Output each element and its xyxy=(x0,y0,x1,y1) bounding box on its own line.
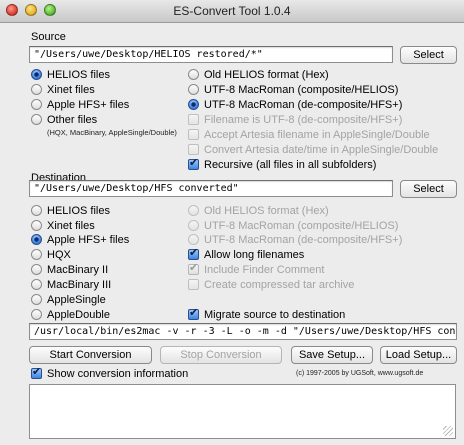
checkbox-icon[interactable] xyxy=(188,279,199,290)
checkbox-checked-icon[interactable] xyxy=(188,307,199,320)
radio-icon[interactable] xyxy=(31,114,42,125)
source-path-field[interactable]: "/Users/uwe/Desktop/HELIOS restored/*" xyxy=(29,46,393,63)
es-convert-window: ES-Convert Tool 1.0.4 Source "/Users/uwe… xyxy=(0,0,464,445)
source-select-button[interactable]: Select xyxy=(400,46,457,64)
radio-icon[interactable] xyxy=(31,264,42,275)
resize-grip-icon[interactable] xyxy=(443,426,453,436)
radio-icon[interactable] xyxy=(31,309,42,320)
other-files-note: (HQX, MacBinary, AppleSingle/Double) xyxy=(47,128,177,137)
checkbox-checked-icon[interactable] xyxy=(31,366,42,379)
window-title: ES-Convert Tool 1.0.4 xyxy=(173,4,291,18)
radio-icon[interactable] xyxy=(188,234,199,245)
source-label: Source xyxy=(31,31,66,43)
radio-icon[interactable] xyxy=(188,205,199,216)
radio-icon[interactable] xyxy=(31,205,42,216)
checkbox-checked-icon[interactable] xyxy=(188,247,199,260)
title-bar: ES-Convert Tool 1.0.4 xyxy=(0,0,464,23)
checkbox-checked-icon[interactable] xyxy=(188,262,199,275)
stop-conversion-button[interactable]: Stop Conversion xyxy=(160,346,282,364)
radio-selected-icon[interactable] xyxy=(188,99,199,110)
radio-icon[interactable] xyxy=(188,84,199,95)
save-setup-button[interactable]: Save Setup... xyxy=(291,346,373,364)
radio-icon[interactable] xyxy=(31,279,42,290)
checkbox-icon[interactable] xyxy=(188,114,199,125)
copyright-text: (c) 1997-2005 by UGSoft, www.ugsoft.de xyxy=(296,370,424,377)
start-conversion-button[interactable]: Start Conversion xyxy=(29,346,152,364)
checkbox-icon[interactable] xyxy=(188,129,199,140)
checkbox-checked-icon[interactable] xyxy=(188,157,199,170)
radio-selected-icon[interactable] xyxy=(31,234,42,245)
radio-selected-icon[interactable] xyxy=(31,69,42,80)
destination-select-button[interactable]: Select xyxy=(400,180,457,198)
command-line-field[interactable]: /usr/local/bin/es2mac -v -r -3 -L -o -m … xyxy=(29,323,457,340)
radio-icon[interactable] xyxy=(31,249,42,260)
checkbox-icon[interactable] xyxy=(188,144,199,155)
radio-icon[interactable] xyxy=(31,294,42,305)
destination-path-field[interactable]: "/Users/uwe/Desktop/HFS converted" xyxy=(29,180,393,197)
radio-icon[interactable] xyxy=(31,84,42,95)
radio-icon[interactable] xyxy=(31,220,42,231)
radio-icon[interactable] xyxy=(188,220,199,231)
load-setup-button[interactable]: Load Setup... xyxy=(380,346,457,364)
radio-icon[interactable] xyxy=(31,99,42,110)
conversion-info-area[interactable] xyxy=(29,384,456,439)
radio-icon[interactable] xyxy=(188,69,199,80)
